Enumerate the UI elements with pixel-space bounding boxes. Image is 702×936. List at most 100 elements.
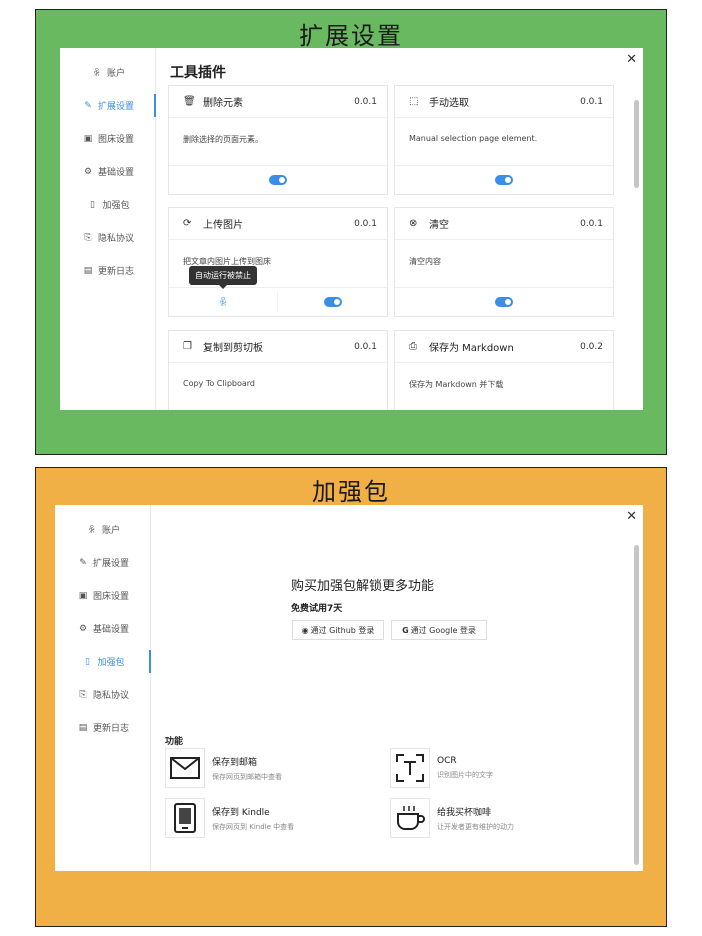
feature-desc: 保存网页到 Kindle 中查看 (212, 822, 295, 831)
google-login-button[interactable]: G 通过 Google 登录 (391, 620, 487, 640)
gear-icon: ⚙ (83, 166, 93, 177)
github-login-label: 通过 Github 登录 (310, 625, 375, 635)
github-icon: ◉ (301, 625, 309, 635)
sidebar-item-account[interactable]: ꆜ 账户 (55, 513, 150, 546)
plugin-card-copy-clipboard: ❐ 复制到剪切板 0.0.1 Copy To Clipboard (168, 330, 388, 410)
plugin-version: 0.0.1 (354, 218, 377, 229)
sidebar-item-privacy[interactable]: ⎘ 隐私协议 (55, 678, 150, 711)
plugin-desc: Copy To Clipboard (169, 363, 387, 410)
close-icon[interactable]: ✕ (626, 52, 637, 67)
clear-icon: ⊗ (409, 218, 418, 229)
feature-desc: 保存网页到邮箱中查看 (212, 772, 282, 781)
plugin-version: 0.0.1 (354, 96, 377, 107)
plugin-desc: 保存为 Markdown 并下载 (395, 363, 613, 410)
sidebar-item-changelog[interactable]: ▤ 更新日志 (60, 254, 155, 287)
plugin-name: 清空 (429, 220, 449, 231)
sidebar-item-basic-settings[interactable]: ⚙ 基础设置 (60, 155, 155, 188)
feature-buy-coffee[interactable]: 给我买杯咖啡 让开发者更有维护的动力 (390, 798, 514, 838)
sidebar-item-label: 加强包 (97, 658, 125, 668)
plugin-version: 0.0.1 (354, 341, 377, 352)
trash-icon: 🗑 (183, 96, 196, 107)
enable-toggle[interactable] (269, 175, 287, 185)
sidebar-item-label: 账户 (106, 69, 125, 79)
user-icon: ꆜ (93, 68, 101, 79)
scrollbar[interactable] (634, 100, 639, 188)
sidebar-item-image-host[interactable]: ▣ 图床设置 (55, 579, 150, 612)
plugin-name: 手动选取 (429, 98, 469, 109)
mail-icon (165, 748, 205, 788)
kindle-icon (165, 798, 205, 838)
image-icon: ▣ (78, 590, 88, 601)
plugin-card-save-markdown: ⎙ 保存为 Markdown 0.0.2 保存为 Markdown 并下载 (394, 330, 614, 410)
copy-icon: ❐ (183, 341, 192, 352)
feature-desc: 识别图片中的文字 (437, 771, 493, 779)
plugin-desc: Manual selection page element. (395, 118, 613, 166)
sidebar-item-label: 更新日志 (92, 724, 129, 734)
feature-ocr[interactable]: OCR 识别图片中的文字 (390, 748, 493, 788)
enable-toggle[interactable] (495, 297, 513, 307)
feature-name: OCR (437, 756, 457, 766)
sidebar-item-label: 图床设置 (97, 135, 134, 145)
google-login-label: 通过 Google 登录 (410, 625, 476, 635)
plugin-desc: 删除选择的页面元素。 (169, 118, 387, 166)
feature-name: 保存到邮箱 (212, 757, 258, 768)
github-login-button[interactable]: ◉ 通过 Github 登录 (292, 620, 384, 640)
sidebar-item-label: 加强包 (102, 201, 130, 211)
feature-save-kindle[interactable]: 保存到 Kindle 保存网页到 Kindle 中查看 (165, 798, 294, 838)
feature-name: 给我买杯咖啡 (437, 807, 492, 818)
extension-settings-panel: 扩展设置 ✕ ꆜ 账户 ✎ 扩展设置 ▣ 图床设置 ⚙ 基础设置 ▯ 加强包 ⎘… (35, 9, 667, 455)
sidebar-item-plus-pack[interactable]: ▯ 加强包 (60, 188, 155, 221)
sidebar-item-plus-pack[interactable]: ▯ 加强包 (55, 645, 151, 678)
trial-text: 免费试用7天 (291, 604, 343, 614)
document-icon: ⎘ (79, 689, 87, 700)
user-icon[interactable]: ꆜ (219, 296, 227, 309)
sidebar-item-label: 扩展设置 (92, 559, 129, 569)
image-icon: ▣ (83, 133, 93, 144)
pencil-icon: ✎ (84, 100, 92, 111)
google-icon: G (402, 625, 409, 635)
plugin-name: 复制到剪切板 (203, 343, 263, 354)
gear-icon: ⚙ (78, 623, 88, 634)
select-cursor-icon: ⬚ (409, 96, 419, 107)
features-title: 功能 (165, 737, 184, 747)
ocr-icon (390, 748, 430, 788)
plugin-desc: 清空内容 (395, 240, 613, 288)
plugin-name: 删除元素 (203, 98, 243, 109)
list-icon: ▤ (78, 722, 88, 733)
battery-icon: ▯ (90, 199, 95, 210)
sidebar-item-extension-settings[interactable]: ✎ 扩展设置 (60, 89, 156, 122)
sidebar-item-label: 基础设置 (97, 168, 134, 178)
sidebar: ꆜ 账户 ✎ 扩展设置 ▣ 图床设置 ⚙ 基础设置 ▯ 加强包 ⎘ 隐私协议 ▤… (55, 505, 151, 871)
sidebar-item-label: 基础设置 (92, 625, 129, 635)
plugin-version: 0.0.1 (580, 96, 603, 107)
pencil-icon: ✎ (79, 557, 87, 568)
plugin-card-upload-image: ⟳ 上传图片 0.0.1 把文章内图片上传到图床 ꆜ 自动运行被禁止 (168, 207, 388, 317)
sidebar-item-image-host[interactable]: ▣ 图床设置 (60, 122, 155, 155)
sidebar-item-label: 扩展设置 (97, 102, 134, 112)
enable-toggle[interactable] (495, 175, 513, 185)
coffee-icon (390, 798, 430, 838)
enable-toggle[interactable] (323, 297, 342, 307)
plugin-card-delete-element: 🗑 删除元素 0.0.1 删除选择的页面元素。 (168, 85, 388, 195)
sidebar-item-label: 隐私协议 (97, 234, 134, 244)
plus-pack-panel: 加强包 ✕ ꆜ 账户 ✎ 扩展设置 ▣ 图床设置 ⚙ 基础设置 ▯ 加强包 ⎘ … (35, 467, 667, 927)
panel-title: 加强包 (312, 478, 390, 506)
feature-desc: 让开发者更有维护的动力 (437, 822, 514, 831)
sidebar-item-changelog[interactable]: ▤ 更新日志 (55, 711, 150, 744)
sidebar-item-label: 图床设置 (92, 592, 129, 602)
plugin-name: 保存为 Markdown (429, 343, 514, 354)
sidebar-item-account[interactable]: ꆜ 账户 (60, 56, 155, 89)
sidebar-item-basic-settings[interactable]: ⚙ 基础设置 (55, 612, 150, 645)
sidebar-item-label: 账户 (101, 526, 120, 536)
sidebar-item-privacy[interactable]: ⎘ 隐私协议 (60, 221, 155, 254)
close-icon[interactable]: ✕ (626, 509, 637, 524)
feature-save-email[interactable]: 保存到邮箱 保存网页到邮箱中查看 (165, 748, 282, 788)
document-icon: ⎘ (84, 232, 92, 243)
sidebar-item-extension-settings[interactable]: ✎ 扩展设置 (55, 546, 150, 579)
battery-icon: ▯ (85, 656, 90, 667)
plugin-version: 0.0.2 (580, 341, 603, 352)
sidebar-item-label: 隐私协议 (92, 691, 129, 701)
settings-window: ✕ ꆜ 账户 ✎ 扩展设置 ▣ 图床设置 ⚙ 基础设置 ▯ 加强包 ⎘ 隐私协议… (60, 48, 643, 410)
plugin-card-manual-select: ⬚ 手动选取 0.0.1 Manual selection page eleme… (394, 85, 614, 195)
scrollbar[interactable] (634, 545, 639, 865)
